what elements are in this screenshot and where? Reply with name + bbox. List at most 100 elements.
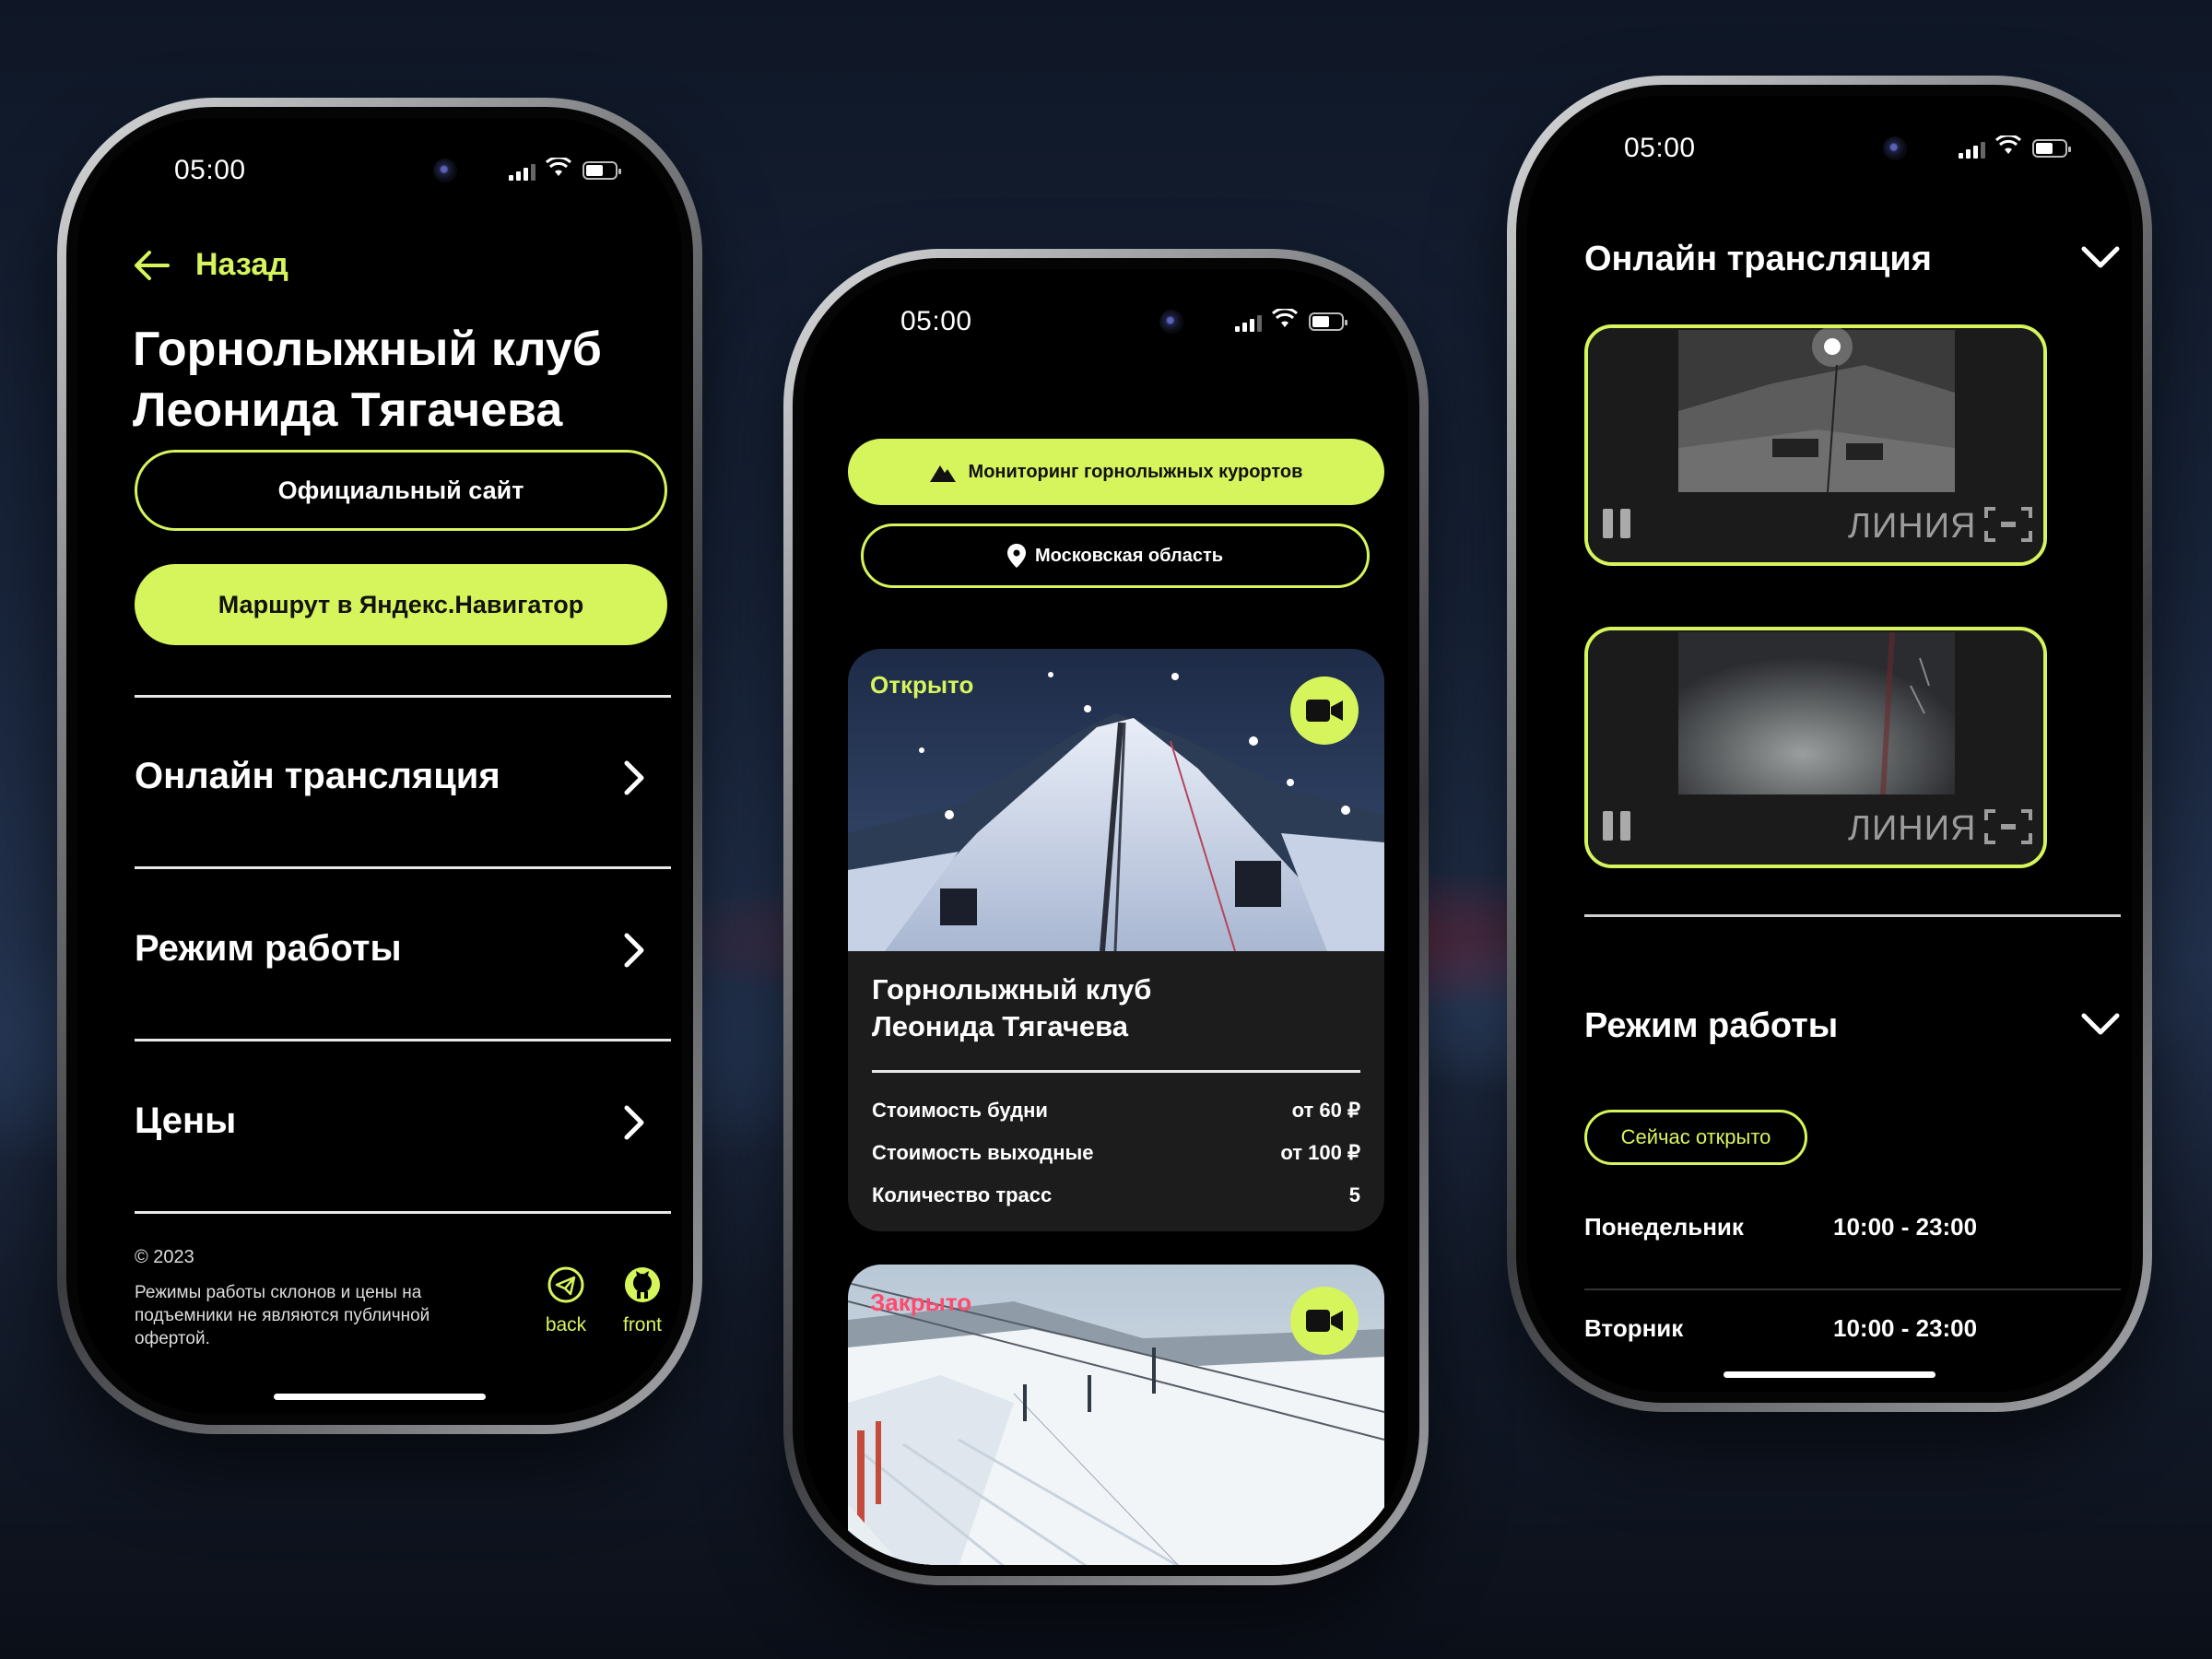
wifi-icon — [1995, 135, 2021, 154]
wifi-icon — [546, 158, 571, 176]
github-icon — [625, 1267, 660, 1302]
schedule-hours: 10:00 - 23:00 — [1833, 1213, 1978, 1241]
telegram-icon — [547, 1266, 584, 1303]
phone-right-screen: 05:00 Онлайн трансляция ЛИНИЯ ЛИНИЯ Режи… — [1527, 96, 2132, 1392]
battery-icon — [582, 161, 621, 180]
resort-card-open[interactable]: Открыто Горнолыжный клуб Леонида Тягачев… — [848, 649, 1384, 1231]
section-title: Режим работы — [1584, 1006, 1839, 1045]
location-pin-icon — [1006, 544, 1026, 568]
menu-item-prices[interactable]: Цены — [135, 1041, 671, 1211]
chevron-right-icon — [624, 933, 644, 968]
camera-icon — [1159, 310, 1183, 334]
resort-card-closed[interactable]: Закрыто — [848, 1265, 1384, 1565]
card-divider — [872, 1070, 1360, 1073]
card-title: Горнолыжный клуб Леонида Тягачева — [872, 971, 1151, 1045]
chevron-down-icon — [2081, 1013, 2120, 1035]
fullscreen-icon[interactable] — [1984, 809, 2032, 844]
open-now-badge: Сейчас открыто — [1584, 1110, 1807, 1165]
schedule-row: Вторник 10:00 - 23:00 — [1584, 1303, 2121, 1359]
camera-icon — [433, 159, 457, 182]
schedule-row: Понедельник 10:00 - 23:00 — [1584, 1202, 2121, 1257]
footer-link-back[interactable]: back — [540, 1265, 592, 1336]
title-line-2: Леонида Тягачева — [133, 383, 563, 437]
card-title-line-1: Горнолыжный клуб — [872, 973, 1152, 1006]
title-line-1: Горнолыжный клуб — [133, 323, 602, 376]
back-label: Назад — [195, 247, 288, 282]
price-row: Стоимость выходные от 100 ₽ — [872, 1141, 1360, 1165]
stream-logo: ЛИНИЯ — [1848, 809, 1977, 848]
divider — [1584, 914, 2121, 917]
stream-logo: ЛИНИЯ — [1848, 507, 1977, 546]
section-title: Онлайн трансляция — [1584, 240, 1932, 278]
route-button[interactable]: Маршрут в Яндекс.Навигатор — [135, 564, 667, 645]
price-value: 5 — [1348, 1183, 1360, 1206]
section-header-stream[interactable]: Онлайн трансляция — [1584, 232, 2121, 288]
chevron-right-icon — [624, 760, 644, 795]
phone-left-screen: 05:00 Назад Горнолыжный клуб Леонида Тяг… — [77, 118, 682, 1414]
home-indicator — [274, 1394, 486, 1400]
wifi-icon — [1272, 309, 1298, 327]
pause-icon[interactable] — [1603, 509, 1630, 538]
phone-right: 05:00 Онлайн трансляция ЛИНИЯ ЛИНИЯ Режи… — [1507, 76, 2152, 1412]
footer-link-front[interactable]: front — [617, 1265, 668, 1336]
menu-item-label: Режим работы — [135, 928, 402, 969]
footer: © 2023 Режимы работы склонов и цены на п… — [135, 1247, 671, 1350]
phone-left: 05:00 Назад Горнолыжный клуб Леонида Тяг… — [57, 98, 702, 1434]
menu-item-label: Цены — [135, 1100, 237, 1141]
signal-icon — [1235, 313, 1262, 332]
status-badge-closed: Закрыто — [870, 1288, 972, 1316]
signal-icon — [1959, 140, 1985, 159]
back-link[interactable]: Назад — [133, 247, 288, 283]
region-label: Московская область — [1034, 545, 1224, 566]
price-label: Стоимость будни — [872, 1099, 1048, 1122]
menu-item-label: Онлайн трансляция — [135, 756, 500, 796]
back-link-label: back — [545, 1314, 587, 1335]
video-camera-icon — [1306, 1310, 1343, 1332]
fullscreen-icon[interactable] — [1984, 507, 2032, 542]
monitoring-button[interactable]: Мониторинг горнолыжных курортов — [848, 439, 1384, 505]
price-value: от 60 ₽ — [1291, 1099, 1360, 1122]
battery-icon — [1309, 312, 1347, 331]
battery-icon — [2032, 139, 2071, 158]
signal-icon — [509, 162, 535, 181]
official-site-button[interactable]: Официальный сайт — [135, 450, 667, 531]
chevron-right-icon — [624, 1105, 644, 1140]
video-button[interactable] — [1290, 677, 1359, 745]
divider — [1584, 1288, 2121, 1290]
price-row: Стоимость будни от 60 ₽ — [872, 1099, 1360, 1123]
home-indicator — [1724, 1371, 1936, 1378]
schedule-day: Понедельник — [1584, 1213, 1744, 1241]
front-link-label: front — [622, 1314, 663, 1335]
status-bar: 05:00 — [77, 118, 682, 219]
disclaimer: Режимы работы склонов и цены на подъемни… — [135, 1283, 430, 1348]
card-title-line-2: Леонида Тягачева — [872, 1010, 1129, 1042]
region-button[interactable]: Московская область — [861, 524, 1370, 588]
status-bar: 05:00 — [1527, 96, 2132, 197]
menu-item-stream[interactable]: Онлайн трансляция — [135, 697, 671, 866]
status-bar: 05:00 — [804, 269, 1408, 371]
schedule-day: Вторник — [1584, 1314, 1684, 1342]
video-camera-icon — [1306, 700, 1343, 722]
resort-photo: Открыто — [848, 649, 1384, 951]
price-value: от 100 ₽ — [1280, 1141, 1360, 1164]
stream-player[interactable]: ЛИНИЯ — [1584, 324, 2047, 566]
divider — [135, 1211, 671, 1214]
price-row: Количество трасс 5 — [872, 1183, 1360, 1207]
monitoring-label: Мониторинг горнолыжных курортов — [968, 461, 1303, 482]
mountain-icon — [929, 465, 956, 482]
status-time: 05:00 — [900, 306, 972, 336]
video-button[interactable] — [1290, 1287, 1359, 1355]
resort-photo: Закрыто — [848, 1265, 1384, 1565]
section-header-schedule[interactable]: Режим работы — [1584, 999, 2121, 1054]
menu-item-schedule[interactable]: Режим работы — [135, 869, 671, 1039]
schedule-hours: 10:00 - 23:00 — [1833, 1314, 1978, 1342]
status-time: 05:00 — [1624, 133, 1696, 163]
phone-middle: 05:00 Мониторинг горнолыжных курортов Мо… — [783, 249, 1429, 1585]
pause-icon[interactable] — [1603, 811, 1630, 841]
arrow-left-icon — [135, 250, 170, 280]
status-time: 05:00 — [174, 155, 246, 185]
price-label: Стоимость выходные — [872, 1141, 1094, 1164]
phone-middle-screen: 05:00 Мониторинг горнолыжных курортов Мо… — [804, 269, 1408, 1565]
stream-player[interactable]: ЛИНИЯ — [1584, 627, 2047, 868]
price-label: Количество трасс — [872, 1183, 1053, 1206]
